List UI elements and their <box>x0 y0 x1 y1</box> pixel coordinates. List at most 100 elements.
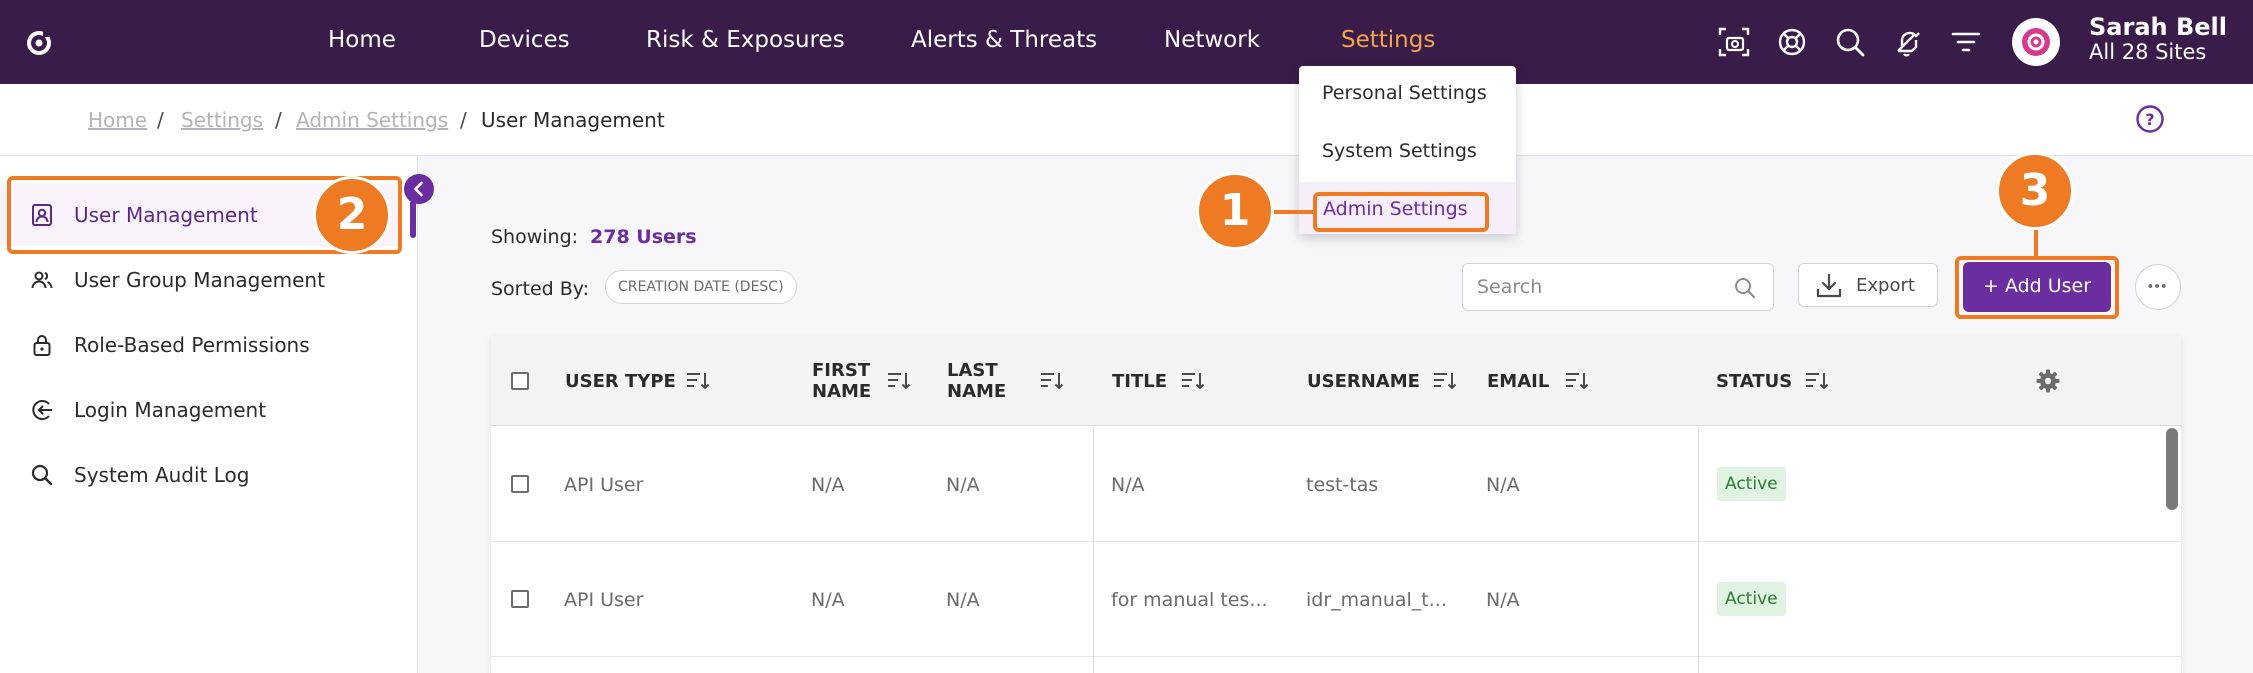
gear-icon[interactable] <box>2035 368 2061 394</box>
sidebar-item-role-based-permissions[interactable]: Role-Based Permissions <box>0 314 400 376</box>
row-checkbox[interactable] <box>511 590 529 608</box>
breadcrumb-admin-settings[interactable]: Admin Settings <box>296 108 448 132</box>
download-icon <box>1816 273 1842 298</box>
callout-connector <box>1272 210 1315 214</box>
highlight-admin-settings <box>1313 192 1489 232</box>
site-selector[interactable]: All 28 Sites <box>2089 40 2206 64</box>
breadcrumb-current: User Management <box>481 108 665 132</box>
users-icon <box>31 271 53 289</box>
sort-chip[interactable]: CREATION DATE (DESC) <box>605 270 797 304</box>
screen-capture-icon[interactable] <box>1716 24 1752 60</box>
callout-step-1: 1 <box>1196 172 1274 250</box>
svg-text:?: ? <box>2145 110 2154 129</box>
sidebar-item-label: User Group Management <box>74 268 325 292</box>
sidebar-item-login-management[interactable]: Login Management <box>0 379 400 441</box>
menu-item-system-settings[interactable]: System Settings <box>1322 140 1477 162</box>
sort-icon[interactable] <box>1432 370 1458 392</box>
nav-devices[interactable]: Devices <box>479 27 570 53</box>
nav-home[interactable]: Home <box>328 27 396 53</box>
cell-first-name: N/A <box>811 589 845 611</box>
breadcrumb-separator: / <box>157 108 164 132</box>
users-table: USER TYPE FIRST NAME LAST NAME TITLE USE… <box>491 336 2181 673</box>
row-checkbox[interactable] <box>511 475 529 493</box>
sort-icon[interactable] <box>1564 370 1590 392</box>
user-name[interactable]: Sarah Bell <box>2089 13 2227 41</box>
column-header-last-name[interactable]: LAST <box>947 360 998 381</box>
sort-icon[interactable] <box>1804 370 1830 392</box>
avatar-logo-icon <box>2022 28 2050 56</box>
table-header: USER TYPE FIRST NAME LAST NAME TITLE USE… <box>491 336 2181 426</box>
cell-last-name: N/A <box>946 474 980 496</box>
breadcrumb-separator: / <box>275 108 282 132</box>
highlight-add-user <box>1955 256 2119 319</box>
sidebar-item-label: Role-Based Permissions <box>74 333 310 357</box>
export-button[interactable]: Export <box>1798 263 1938 307</box>
sort-icon[interactable] <box>886 370 912 392</box>
breadcrumb-settings[interactable]: Settings <box>181 108 263 132</box>
nav-network[interactable]: Network <box>1164 27 1260 53</box>
logo-icon[interactable] <box>24 28 54 58</box>
showing-label: Showing: <box>491 226 579 248</box>
sidebar-item-label: System Audit Log <box>74 463 250 487</box>
cell-user-type: API User <box>564 474 644 496</box>
breadcrumb-separator: / <box>460 108 467 132</box>
cell-username: test-tas <box>1306 474 1379 496</box>
column-header-last-name-line2: NAME <box>947 381 1007 402</box>
user-count: 278 Users <box>590 226 697 248</box>
column-header-user-type[interactable]: USER TYPE <box>565 371 676 392</box>
column-header-username[interactable]: USERNAME <box>1307 371 1420 392</box>
active-section-marker <box>410 200 416 238</box>
cell-title: N/A <box>1111 474 1145 496</box>
column-header-title[interactable]: TITLE <box>1112 371 1167 392</box>
top-navigation: Home Devices Risk & Exposures Alerts & T… <box>0 0 2253 84</box>
collapse-sidebar-button[interactable] <box>404 174 434 204</box>
cell-last-name: N/A <box>946 589 980 611</box>
callout-connector <box>2034 226 2038 258</box>
search-field[interactable] <box>1462 263 1774 311</box>
breadcrumb-home[interactable]: Home <box>88 108 147 132</box>
sort-icon[interactable] <box>685 370 711 392</box>
column-header-email[interactable]: EMAIL <box>1487 371 1549 392</box>
help-icon[interactable]: ? <box>2135 104 2165 134</box>
cell-username: idr_manual_t... <box>1306 589 1447 611</box>
column-header-status[interactable]: STATUS <box>1716 371 1792 392</box>
sort-icon[interactable] <box>1180 370 1206 392</box>
column-divider <box>1093 426 1094 673</box>
status-badge: Active <box>1717 467 1786 501</box>
cell-title: for manual tes... <box>1111 589 1268 611</box>
nav-settings[interactable]: Settings <box>1341 27 1435 53</box>
sidebar-item-system-audit-log[interactable]: System Audit Log <box>0 444 400 506</box>
export-label: Export <box>1856 275 1915 296</box>
sorted-by-label: Sorted By: <box>491 278 590 300</box>
more-options-button[interactable] <box>2135 264 2181 310</box>
status-badge: Active <box>1717 582 1786 616</box>
cell-first-name: N/A <box>811 474 845 496</box>
lock-icon <box>33 335 51 356</box>
sidebar-item-user-group-management[interactable]: User Group Management <box>0 249 400 311</box>
more-dots-icon <box>2148 284 2166 288</box>
table-row[interactable]: API User N/A N/A for manual tes... idr_m… <box>491 542 2181 657</box>
login-icon <box>32 400 52 420</box>
table-row[interactable]: API User N/A N/A N/A test-tas N/A Active <box>491 427 2181 542</box>
column-header-first-name[interactable]: FIRST <box>812 360 870 381</box>
callout-step-3: 3 <box>1996 152 2074 230</box>
search-input[interactable] <box>1477 272 1717 302</box>
breadcrumb: Home / Settings / Admin Settings / User … <box>0 84 2253 156</box>
sort-icon[interactable] <box>1039 370 1065 392</box>
search-icon <box>31 464 53 486</box>
select-all-checkbox[interactable] <box>511 372 529 390</box>
sidebar-item-label: Login Management <box>74 398 267 422</box>
cell-email: N/A <box>1486 474 1520 496</box>
table-scrollbar[interactable] <box>2166 428 2178 510</box>
avatar[interactable] <box>2012 18 2060 66</box>
menu-item-personal-settings[interactable]: Personal Settings <box>1322 82 1487 104</box>
nav-alerts-threats[interactable]: Alerts & Threats <box>911 27 1097 53</box>
support-icon[interactable] <box>1774 24 1810 60</box>
callout-step-2: 2 <box>313 176 391 254</box>
notifications-icon[interactable] <box>1890 24 1926 60</box>
nav-risk-exposures[interactable]: Risk & Exposures <box>646 27 845 53</box>
search-icon[interactable] <box>1733 276 1757 300</box>
cell-user-type: API User <box>564 589 644 611</box>
search-icon[interactable] <box>1832 24 1868 60</box>
filter-icon[interactable] <box>1948 24 1984 60</box>
